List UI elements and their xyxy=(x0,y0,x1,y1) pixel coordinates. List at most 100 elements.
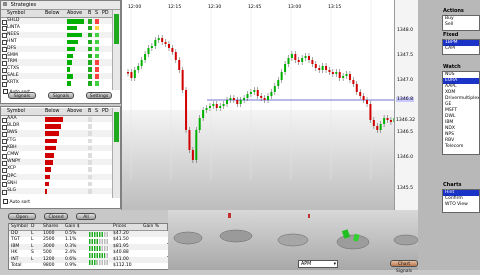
pos-col-shares[interactable]: Shares xyxy=(43,224,58,230)
candle[interactable] xyxy=(181,70,184,90)
candle[interactable] xyxy=(280,72,283,80)
candle[interactable] xyxy=(348,74,351,80)
candle[interactable] xyxy=(307,56,310,60)
candle[interactable] xyxy=(311,60,314,64)
candle[interactable] xyxy=(229,98,232,100)
table-row[interactable]: SNH xyxy=(1,180,113,188)
col-below[interactable]: Below xyxy=(45,10,59,17)
candle[interactable] xyxy=(273,86,276,92)
candle[interactable] xyxy=(366,100,369,104)
candle[interactable] xyxy=(133,70,136,78)
candle[interactable] xyxy=(236,100,239,104)
table-row[interactable]: NEES xyxy=(1,31,113,39)
fixed-item[interactable]: CAPI xyxy=(443,46,479,52)
table-row[interactable]: WNPY xyxy=(1,159,113,166)
candle[interactable] xyxy=(185,90,188,130)
symbol-dropdown[interactable]: APM ▾ xyxy=(298,260,338,268)
table-row[interactable]: LINTA xyxy=(1,24,113,32)
panel-menu-icon[interactable] xyxy=(3,2,7,6)
candle[interactable] xyxy=(144,54,147,60)
candle[interactable] xyxy=(174,52,177,60)
candle[interactable] xyxy=(239,100,242,104)
candle[interactable] xyxy=(294,54,297,60)
candle[interactable] xyxy=(383,118,386,124)
candle[interactable] xyxy=(195,130,198,160)
candle[interactable] xyxy=(205,108,208,110)
candle[interactable] xyxy=(263,98,266,100)
pos-col-symbol[interactable]: Symbol xyxy=(11,224,28,230)
pos-col-prices[interactable]: Prices xyxy=(113,224,126,230)
auto-sort-checkbox[interactable] xyxy=(3,199,8,204)
table-row[interactable]: BLDR xyxy=(1,123,113,130)
scroll-thumb[interactable] xyxy=(114,14,119,44)
bottom-scrollbar[interactable] xyxy=(112,108,120,198)
col-b[interactable]: B xyxy=(88,108,91,115)
candle[interactable] xyxy=(277,80,280,86)
candle[interactable] xyxy=(208,106,211,108)
col-symbol[interactable]: Symbol xyxy=(7,108,25,115)
pos-col-d[interactable]: D xyxy=(31,224,34,230)
signals-button-1[interactable]: Signals xyxy=(8,92,36,99)
col-pd[interactable]: PD xyxy=(102,108,109,115)
candle[interactable] xyxy=(212,104,215,106)
table-row[interactable]: SLG xyxy=(1,188,113,195)
table-row[interactable]: AAA xyxy=(1,116,113,123)
price-chart[interactable]: 12:00 12:15 12:30 12:45 13:00 13:15 xyxy=(122,0,419,210)
chart-signals-button[interactable]: Chart Signals xyxy=(390,260,418,274)
candle[interactable] xyxy=(198,118,201,130)
candle[interactable] xyxy=(325,66,328,70)
col-s[interactable]: S xyxy=(95,108,98,115)
candle[interactable] xyxy=(226,100,229,104)
candle[interactable] xyxy=(243,98,246,100)
col-above[interactable]: Above xyxy=(67,10,82,17)
signals-button-2[interactable]: Signals xyxy=(48,92,74,99)
candle[interactable] xyxy=(256,90,259,96)
table-row[interactable]: KBH xyxy=(1,144,113,152)
candle[interactable] xyxy=(270,92,273,96)
scroll-thumb[interactable] xyxy=(114,112,119,142)
candle[interactable] xyxy=(154,40,157,46)
candle[interactable] xyxy=(284,64,287,72)
col-above[interactable]: Above xyxy=(67,108,82,115)
candle[interactable] xyxy=(202,110,205,118)
candle[interactable] xyxy=(130,72,133,78)
candle[interactable] xyxy=(140,60,143,66)
candle[interactable] xyxy=(287,58,290,64)
table-row[interactable]: DPC xyxy=(1,173,113,181)
candle[interactable] xyxy=(191,150,194,160)
col-b[interactable]: B xyxy=(88,10,91,17)
candle[interactable] xyxy=(297,60,300,62)
candle[interactable] xyxy=(164,42,167,44)
candle[interactable] xyxy=(314,64,317,68)
col-below[interactable]: Below xyxy=(45,108,59,115)
candle[interactable] xyxy=(219,106,222,108)
open-button[interactable]: Open xyxy=(8,213,36,220)
candle[interactable] xyxy=(246,94,249,98)
col-symbol[interactable]: Symbol xyxy=(7,10,25,17)
candle[interactable] xyxy=(369,104,372,120)
candle[interactable] xyxy=(342,76,345,78)
candle[interactable] xyxy=(290,54,293,58)
candle[interactable] xyxy=(359,92,362,96)
table-row[interactable]: XCP xyxy=(1,166,113,173)
col-pd[interactable]: PD xyxy=(102,10,109,17)
candle[interactable] xyxy=(188,130,191,150)
table-row[interactable]: KRTX xyxy=(1,80,113,87)
candle[interactable] xyxy=(147,48,150,54)
closed-button[interactable]: Closed xyxy=(44,213,68,220)
candle[interactable] xyxy=(222,104,225,106)
strategy-scrollbar[interactable] xyxy=(112,10,120,90)
candle[interactable] xyxy=(161,38,164,42)
candle[interactable] xyxy=(352,80,355,84)
candle[interactable] xyxy=(355,84,358,92)
candle[interactable] xyxy=(338,72,341,78)
candle[interactable] xyxy=(157,38,160,40)
candle[interactable] xyxy=(379,124,382,130)
candle[interactable] xyxy=(137,66,140,70)
table-row[interactable]: CMW xyxy=(1,152,113,159)
candle[interactable] xyxy=(249,92,252,94)
candle[interactable] xyxy=(345,74,348,76)
candle[interactable] xyxy=(127,72,129,74)
candle[interactable] xyxy=(376,126,379,130)
table-row[interactable]: SMM xyxy=(1,52,113,59)
